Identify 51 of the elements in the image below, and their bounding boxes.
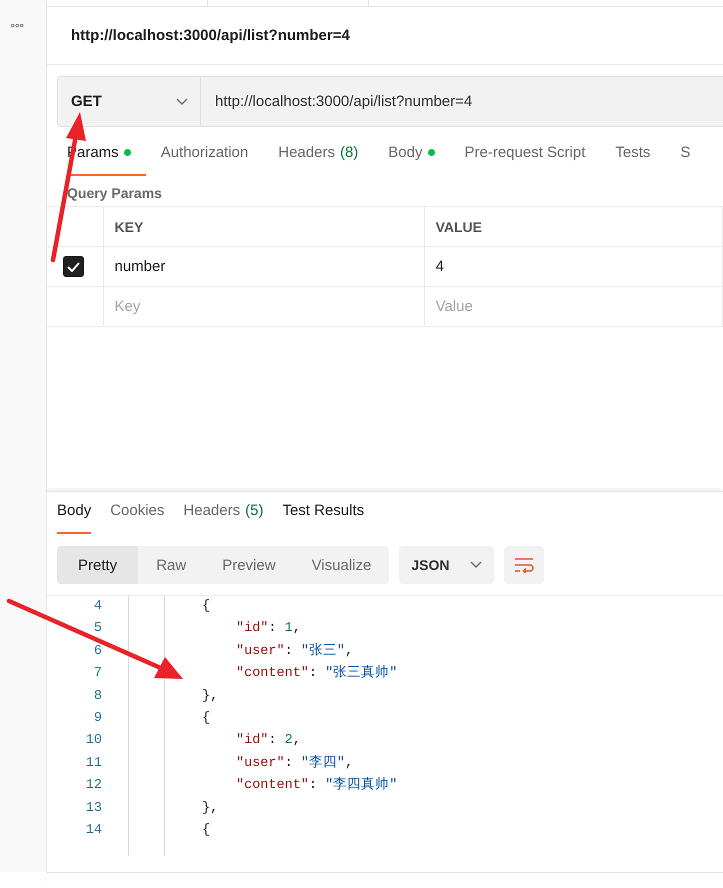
column-header: VALUE xyxy=(424,206,722,246)
wrap-lines-button[interactable] xyxy=(504,546,544,584)
tab-count: (8) xyxy=(340,144,358,161)
chevron-down-icon xyxy=(470,561,482,569)
more-button[interactable]: °°° xyxy=(10,22,24,35)
table-cell: 4 xyxy=(424,246,722,286)
code-line: "user": "张三", xyxy=(235,642,354,661)
line-number: 5 xyxy=(92,620,103,638)
view-mode-button[interactable]: Pretty xyxy=(57,546,138,584)
table-cell: number xyxy=(103,246,424,286)
request-tab[interactable]: Body xyxy=(388,138,450,176)
request-title: http://localhost:3000/api/list?number=4 xyxy=(47,7,723,65)
code-line: "content": "张三真帅" xyxy=(235,664,398,684)
code-line: "id": 1, xyxy=(235,620,302,638)
code-line: "id": 2, xyxy=(235,732,302,750)
code-line: }, xyxy=(201,800,220,818)
code-line: { xyxy=(201,710,212,728)
code-line: { xyxy=(201,822,212,840)
format-dropdown[interactable]: JSON xyxy=(399,546,494,584)
view-mode-button[interactable]: Raw xyxy=(138,546,204,584)
code-line: "user": "李四", xyxy=(235,754,354,773)
request-tab[interactable]: Headers (8) xyxy=(278,138,374,176)
checkbox[interactable] xyxy=(63,256,84,277)
line-number: 10 xyxy=(84,732,103,750)
view-mode-button[interactable]: Preview xyxy=(204,546,294,584)
line-number: 8 xyxy=(92,688,103,706)
response-tab[interactable]: Cookies xyxy=(110,502,164,534)
line-number: 13 xyxy=(84,800,103,818)
response-tab[interactable]: Test Results xyxy=(282,502,364,534)
line-number: 6 xyxy=(92,642,103,661)
line-number: 11 xyxy=(84,754,103,773)
section-title: Query Params xyxy=(67,185,163,203)
code-line: }, xyxy=(201,688,220,706)
wrap-lines-icon xyxy=(514,557,534,573)
request-tab[interactable]: Pre-request Script xyxy=(464,138,600,176)
column-header: KEY xyxy=(103,206,424,246)
code-line: { xyxy=(201,598,212,616)
request-tab[interactable]: Authorization xyxy=(160,138,264,176)
line-number: 4 xyxy=(92,598,103,616)
line-number: 9 xyxy=(92,710,103,728)
line-number: 12 xyxy=(84,777,103,796)
response-tab[interactable]: Body xyxy=(57,502,92,534)
line-number: 14 xyxy=(84,822,103,840)
response-tab[interactable]: Headers (5) xyxy=(183,502,264,534)
tab-count: (5) xyxy=(245,502,264,519)
line-number: 7 xyxy=(92,665,103,684)
request-tab[interactable]: Tests xyxy=(615,138,666,176)
check-icon xyxy=(67,262,80,272)
request-tab[interactable]: S xyxy=(680,138,706,176)
view-mode-button[interactable]: Visualize xyxy=(294,546,390,584)
code-line: "content": "李四真帅" xyxy=(235,776,398,796)
